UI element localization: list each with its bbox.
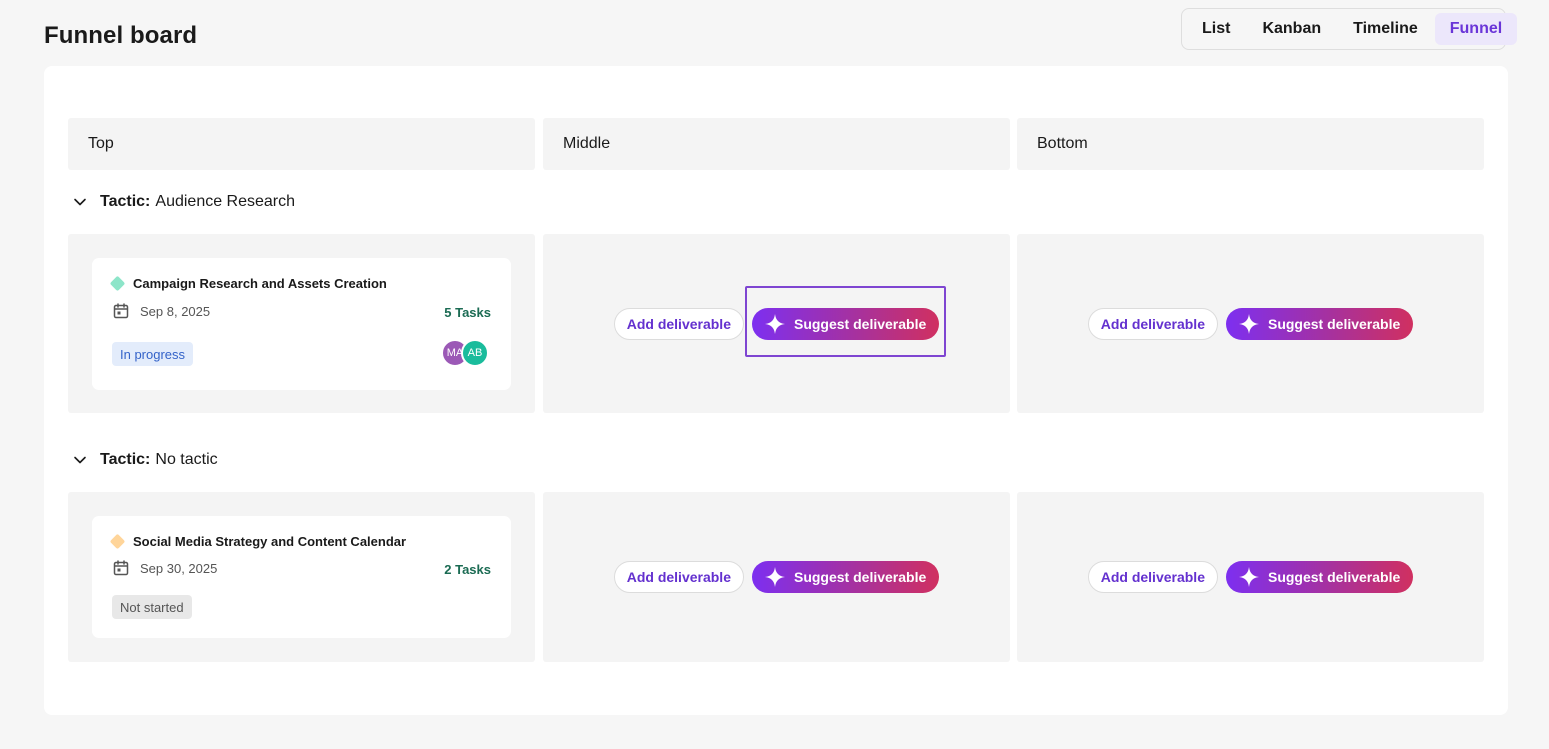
sparkle-icon [764,313,786,335]
suggest-deliverable-label: Suggest deliverable [1267,569,1401,585]
task-count[interactable]: 5 Tasks [444,305,491,320]
card-title-row: Social Media Strategy and Content Calend… [109,533,407,550]
suggest-deliverable-label: Suggest deliverable [793,569,927,585]
chevron-down-icon[interactable] [72,194,88,210]
page-title: Funnel board [44,22,198,49]
card-date-row: Sep 8, 2025 [112,302,210,320]
diamond-icon [109,533,126,550]
cell-notactic-top: Social Media Strategy and Content Calend… [68,492,535,662]
cell-actions: Add deliverable Suggest deliverable [1017,561,1484,593]
tab-funnel[interactable]: Funnel [1434,13,1518,45]
tactic-prefix: Tactic: [100,451,151,468]
suggest-deliverable-button[interactable]: Suggest deliverable [1225,308,1414,340]
sparkle-icon [1238,566,1260,588]
calendar-icon [112,559,130,577]
suggest-deliverable-button[interactable]: Suggest deliverable [751,561,940,593]
column-header-top: Top [68,118,535,170]
column-header-middle: Middle [543,118,1010,170]
avatar: AB [461,339,489,367]
tactic-prefix: Tactic: [100,193,151,210]
deliverable-card[interactable]: Campaign Research and Assets Creation Se… [92,258,511,390]
status-badge: In progress [112,342,194,366]
suggest-deliverable-button[interactable]: Suggest deliverable [1225,561,1414,593]
suggest-deliverable-label: Suggest deliverable [1267,316,1401,332]
tactic-name: No tactic [155,451,218,468]
suggest-deliverable-button[interactable]: Suggest deliverable [751,308,940,340]
column-header-bottom: Bottom [1017,118,1484,170]
card-date: Sep 30, 2025 [140,560,218,576]
calendar-icon [112,302,130,320]
card-date-row: Sep 30, 2025 [112,559,217,577]
cell-actions: Add deliverable Suggest deliverable [1017,308,1484,340]
cell-notactic-bottom: Add deliverable Suggest deliverable [1017,492,1484,662]
suggest-deliverable-label: Suggest deliverable [793,316,927,332]
cell-audience-bottom: Add deliverable Suggest deliverable [1017,234,1484,413]
add-deliverable-button[interactable]: Add deliverable [613,308,744,340]
cell-audience-middle: Add deliverable Suggest deliverable [543,234,1010,413]
card-date: Sep 8, 2025 [140,303,211,319]
card-title-row: Campaign Research and Assets Creation [109,275,387,292]
tab-kanban[interactable]: Kanban [1247,13,1336,45]
deliverable-card[interactable]: Social Media Strategy and Content Calend… [92,516,511,638]
tab-list[interactable]: List [1187,13,1245,45]
view-switcher: List Kanban Timeline Funnel [1181,8,1518,50]
cell-notactic-middle: Add deliverable Suggest deliverable [543,492,1010,662]
assignee-avatars[interactable]: MA AB [441,339,489,367]
funnel-board: Top Middle Bottom Tactic: Audience Resea… [44,66,1508,715]
card-title: Campaign Research and Assets Creation [133,276,387,291]
cell-actions: Add deliverable Suggest deliverable [543,561,1010,593]
tactic-row-audience-research[interactable]: Tactic: Audience Research [72,191,295,213]
tactic-row-no-tactic[interactable]: Tactic: No tactic [72,449,218,471]
add-deliverable-button[interactable]: Add deliverable [613,561,744,593]
task-count[interactable]: 2 Tasks [444,562,491,577]
status-badge: Not started [112,595,192,619]
card-title: Social Media Strategy and Content Calend… [133,534,407,549]
cell-actions: Add deliverable Suggest deliverable [543,308,1010,340]
diamond-icon [109,275,126,292]
add-deliverable-button[interactable]: Add deliverable [1087,308,1218,340]
tab-timeline[interactable]: Timeline [1338,13,1433,45]
sparkle-icon [1238,313,1260,335]
sparkle-icon [764,566,786,588]
tactic-name: Audience Research [155,193,296,210]
cell-audience-top: Campaign Research and Assets Creation Se… [68,234,535,413]
add-deliverable-button[interactable]: Add deliverable [1087,561,1218,593]
chevron-down-icon[interactable] [72,452,88,468]
